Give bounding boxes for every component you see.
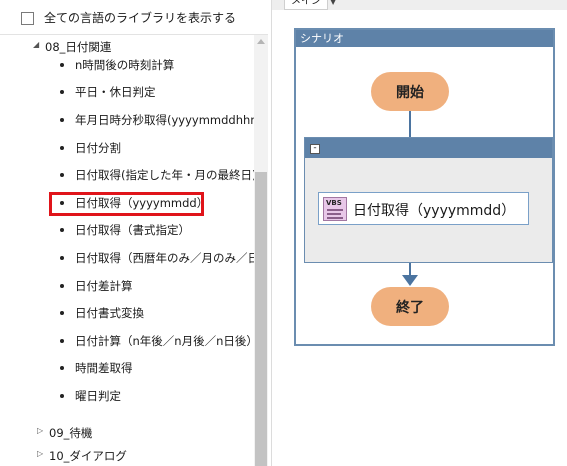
bullet-icon [60,394,64,398]
collapse-button[interactable]: - [310,144,320,154]
action-label: 日付取得（yyyymmdd） [353,203,516,219]
scenario-editor: メイン ▼ シナリオ 開始 - VBS 日付取得（yyyymmdd） 終了 [271,0,567,466]
bullet-icon [60,256,64,260]
bullet-icon [60,339,64,343]
action-node[interactable]: VBS 日付取得（yyyymmdd） [318,192,529,225]
expanded-triangle-icon[interactable]: ◢ [33,40,39,49]
bullet-icon [60,366,64,370]
collapsed-triangle-icon[interactable]: ▷ [37,449,43,458]
connector-line [409,111,411,137]
library-scrollbar[interactable] [254,35,268,466]
bullet-icon [60,146,64,150]
end-node[interactable]: 終了 [371,287,449,326]
library-toolbar: 全ての言語のライブラリを表示する [0,0,268,35]
show-all-languages-checkbox[interactable] [21,12,34,25]
scenario-canvas[interactable]: シナリオ 開始 - VBS 日付取得（yyyymmdd） 終了 [294,28,555,346]
scroll-up-arrow-icon[interactable] [257,39,265,44]
show-all-languages-label[interactable]: 全ての言語のライブラリを表示する [44,9,236,26]
list-item[interactable]: 日付計算（n年後／n月後／n日後） [54,330,254,352]
tab-main[interactable]: メイン [284,0,328,10]
bullet-icon [60,311,64,315]
list-item[interactable]: 日付分割 [54,137,254,159]
selection-highlight-box [49,192,204,216]
start-node[interactable]: 開始 [371,72,449,111]
bullet-icon [60,63,64,67]
scenario-title: シナリオ [296,30,553,47]
editor-tab-strip: メイン ▼ [272,0,567,10]
list-item[interactable]: 曜日判定 [54,385,254,407]
group-block[interactable]: - VBS 日付取得（yyyymmdd） [304,137,553,263]
group-header: - [305,138,552,158]
bullet-icon [60,118,64,122]
arrow-down-icon [402,275,418,286]
bullet-icon [60,173,64,177]
vbs-script-icon: VBS [323,197,347,221]
list-item[interactable]: 平日・休日判定 [54,81,254,103]
collapsed-triangle-icon[interactable]: ▷ [37,426,43,435]
bullet-icon [60,284,64,288]
library-tree: ◢ 08_日付関連 n時間後の時刻計算 平日・休日判定 年月日時分秒取得(yyy… [33,40,254,463]
list-item[interactable]: 時間差取得 [54,357,254,379]
library-pane: 全ての言語のライブラリを表示する ◢ 08_日付関連 n時間後の時刻計算 平日・… [0,0,268,466]
list-item[interactable]: 日付取得（書式指定） [54,219,254,241]
list-item[interactable]: 年月日時分秒取得(yyyymmddhhmmss) [54,109,254,131]
list-item[interactable]: 日付差計算 [54,275,254,297]
list-item[interactable]: n時間後の時刻計算 [54,54,254,76]
list-item[interactable]: 日付取得（西暦年のみ／月のみ／日のみ） [54,247,254,269]
bullet-icon [60,90,64,94]
list-item[interactable]: 日付取得(指定した年・月の最終日) [54,164,254,186]
bullet-icon [60,228,64,232]
scrollbar-thumb[interactable] [255,172,267,466]
list-item[interactable]: 日付書式変換 [54,302,254,324]
chevron-down-icon[interactable]: ▼ [330,0,336,6]
